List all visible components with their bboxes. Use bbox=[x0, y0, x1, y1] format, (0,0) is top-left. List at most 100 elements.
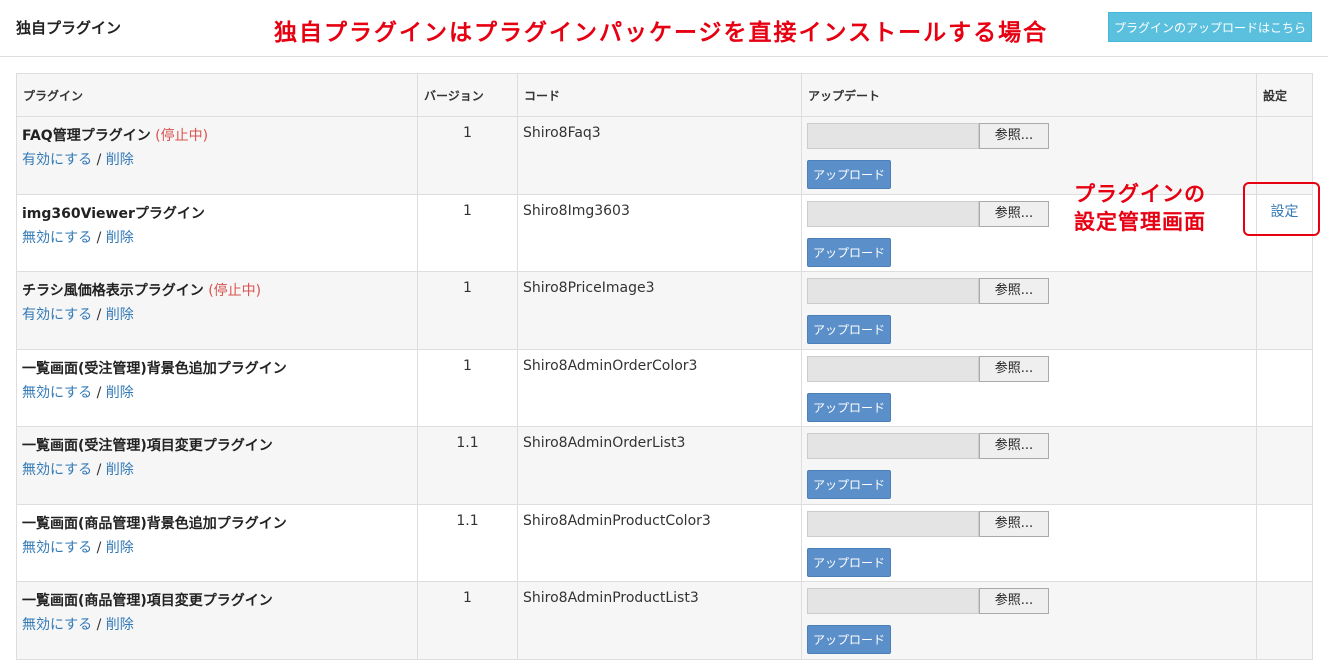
update-cell: 参照... アップロード bbox=[801, 348, 1257, 427]
version-cell: 1 bbox=[417, 193, 518, 272]
table-row: 一覧画面(商品管理)背景色追加プラグイン 無効にする / 削除 1.1 Shir… bbox=[16, 503, 1313, 582]
settings-cell bbox=[1256, 503, 1313, 582]
settings-annotation: プラグインの 設定管理画面 bbox=[1074, 180, 1234, 236]
column-header-settings: 設定 bbox=[1256, 73, 1313, 117]
table-row: チラシ風価格表示プラグイン (停止中) 有効にする / 削除 1 Shiro8P… bbox=[16, 271, 1313, 350]
plugin-upload-link-button[interactable]: プラグインのアップロードはこちら bbox=[1108, 12, 1312, 42]
plugin-name: FAQ管理プラグイン bbox=[22, 128, 151, 144]
plugin-name: 一覧画面(商品管理)背景色追加プラグイン bbox=[22, 515, 287, 532]
column-header-code: コード bbox=[517, 73, 802, 117]
browse-button[interactable]: 参照... bbox=[979, 355, 1049, 382]
plugin-name-cell: FAQ管理プラグイン (停止中) 有効にする / 削除 bbox=[16, 116, 418, 195]
delete-link[interactable]: 削除 bbox=[106, 540, 134, 556]
version-cell: 1 bbox=[417, 271, 518, 350]
settings-cell bbox=[1256, 271, 1313, 350]
plugin-name: 一覧画面(商品管理)項目変更プラグイン bbox=[22, 593, 273, 609]
plugin-name: 一覧画面(受注管理)背景色追加プラグイン bbox=[22, 360, 287, 377]
plugin-name-cell: 一覧画面(受注管理)背景色追加プラグイン 無効にする / 削除 bbox=[16, 348, 418, 427]
plugin-name: 一覧画面(受注管理)項目変更プラグイン bbox=[22, 438, 273, 454]
file-input[interactable] bbox=[807, 278, 979, 304]
upload-button[interactable]: アップロード bbox=[807, 392, 891, 422]
upload-button[interactable]: アップロード bbox=[807, 237, 891, 267]
update-cell: 参照... アップロード bbox=[801, 503, 1257, 582]
delete-link[interactable]: 削除 bbox=[106, 307, 134, 323]
disable-link[interactable]: 無効にする bbox=[22, 462, 92, 478]
disable-link[interactable]: 無効にする bbox=[22, 385, 92, 401]
code-cell: Shiro8AdminProductColor3 bbox=[517, 503, 802, 582]
upload-button[interactable]: アップロード bbox=[807, 625, 891, 654]
code-cell: Shiro8Img3603 bbox=[517, 193, 802, 272]
file-input[interactable] bbox=[807, 433, 979, 459]
plugin-table: プラグイン バージョン コード アップデート 設定 FAQ管理プラグイン (停止… bbox=[16, 73, 1313, 660]
settings-annotation-line2: 設定管理画面 bbox=[1074, 210, 1206, 234]
table-row: 一覧画面(受注管理)背景色追加プラグイン 無効にする / 削除 1 Shiro8… bbox=[16, 348, 1313, 427]
upload-button[interactable]: アップロード bbox=[807, 315, 891, 344]
update-cell: 参照... アップロード bbox=[801, 581, 1257, 660]
page-header: 独自プラグイン 独自プラグインはプラグインパッケージを直接インストールする場合 … bbox=[0, 0, 1328, 57]
plugin-name-cell: 一覧画面(商品管理)項目変更プラグイン 無効にする / 削除 bbox=[16, 581, 418, 660]
action-separator: / bbox=[92, 539, 106, 556]
column-header-version: バージョン bbox=[417, 73, 518, 117]
browse-button[interactable]: 参照... bbox=[979, 123, 1049, 149]
settings-annotation-line1: プラグインの bbox=[1074, 182, 1206, 206]
disable-link[interactable]: 無効にする bbox=[22, 617, 92, 633]
code-cell: Shiro8AdminOrderColor3 bbox=[517, 348, 802, 427]
plugin-name-cell: チラシ風価格表示プラグイン (停止中) 有効にする / 削除 bbox=[16, 271, 418, 350]
disable-link[interactable]: 無効にする bbox=[22, 540, 92, 556]
settings-link[interactable]: 設定 bbox=[1271, 204, 1299, 220]
column-header-plugin: プラグイン bbox=[16, 73, 418, 117]
plugin-name: チラシ風価格表示プラグイン bbox=[22, 283, 204, 299]
file-input[interactable] bbox=[807, 588, 979, 614]
settings-cell bbox=[1256, 116, 1313, 195]
plugin-name-cell: img360Viewerプラグイン 無効にする / 削除 bbox=[16, 193, 418, 272]
action-separator: / bbox=[92, 229, 106, 246]
browse-button[interactable]: 参照... bbox=[979, 200, 1049, 227]
action-separator: / bbox=[92, 152, 106, 168]
browse-button[interactable]: 参照... bbox=[979, 510, 1049, 537]
code-cell: Shiro8PriceImage3 bbox=[517, 271, 802, 350]
upload-button[interactable]: アップロード bbox=[807, 547, 891, 577]
version-cell: 1.1 bbox=[417, 503, 518, 582]
table-header-row: プラグイン バージョン コード アップデート 設定 bbox=[16, 73, 1313, 117]
version-cell: 1 bbox=[417, 581, 518, 660]
stopped-status: (停止中) bbox=[155, 128, 209, 144]
table-row: 一覧画面(受注管理)項目変更プラグイン 無効にする / 削除 1.1 Shiro… bbox=[16, 426, 1313, 505]
settings-cell bbox=[1256, 426, 1313, 505]
enable-link[interactable]: 有効にする bbox=[22, 307, 92, 323]
version-cell: 1 bbox=[417, 116, 518, 195]
action-separator: / bbox=[92, 307, 106, 323]
code-cell: Shiro8Faq3 bbox=[517, 116, 802, 195]
action-separator: / bbox=[92, 617, 106, 633]
delete-link[interactable]: 削除 bbox=[106, 230, 134, 246]
browse-button[interactable]: 参照... bbox=[979, 588, 1049, 614]
delete-link[interactable]: 削除 bbox=[106, 152, 134, 168]
update-cell: 参照... アップロード bbox=[801, 271, 1257, 350]
page-title: 独自プラグイン bbox=[16, 19, 122, 37]
file-input[interactable] bbox=[807, 355, 979, 382]
action-separator: / bbox=[92, 462, 106, 478]
file-input[interactable] bbox=[807, 510, 979, 537]
delete-link[interactable]: 削除 bbox=[106, 385, 134, 401]
plugin-name-cell: 一覧画面(受注管理)項目変更プラグイン 無効にする / 削除 bbox=[16, 426, 418, 505]
file-input[interactable] bbox=[807, 200, 979, 227]
delete-link[interactable]: 削除 bbox=[106, 617, 134, 633]
browse-button[interactable]: 参照... bbox=[979, 278, 1049, 304]
table-row: 一覧画面(商品管理)項目変更プラグイン 無効にする / 削除 1 Shiro8A… bbox=[16, 581, 1313, 660]
settings-cell bbox=[1256, 581, 1313, 660]
enable-link[interactable]: 有効にする bbox=[22, 152, 92, 168]
plugin-name-cell: 一覧画面(商品管理)背景色追加プラグイン 無効にする / 削除 bbox=[16, 503, 418, 582]
disable-link[interactable]: 無効にする bbox=[22, 230, 92, 246]
settings-cell: 設定 bbox=[1256, 193, 1313, 272]
upload-button[interactable]: アップロード bbox=[807, 160, 891, 189]
code-cell: Shiro8AdminProductList3 bbox=[517, 581, 802, 660]
version-cell: 1.1 bbox=[417, 426, 518, 505]
update-cell: 参照... アップロード bbox=[801, 426, 1257, 505]
browse-button[interactable]: 参照... bbox=[979, 433, 1049, 459]
settings-cell bbox=[1256, 348, 1313, 427]
delete-link[interactable]: 削除 bbox=[106, 462, 134, 478]
plugin-name: img360Viewerプラグイン bbox=[22, 205, 205, 222]
column-header-update: アップデート bbox=[801, 73, 1257, 117]
file-input[interactable] bbox=[807, 123, 979, 149]
stopped-status: (停止中) bbox=[208, 283, 262, 299]
upload-button[interactable]: アップロード bbox=[807, 470, 891, 499]
